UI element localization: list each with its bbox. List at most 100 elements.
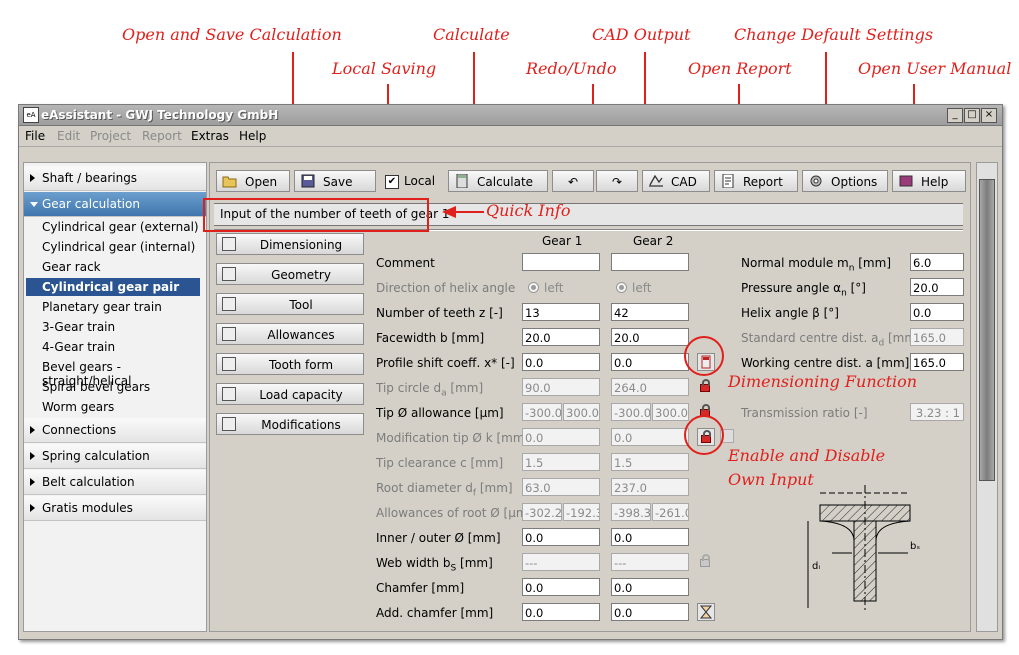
teeth-gear1-input[interactable]: 13 xyxy=(522,303,600,321)
menu-help[interactable]: Help xyxy=(239,129,266,143)
profile-shift-gear1-input[interactable]: 0.0 xyxy=(522,353,600,371)
helix-left-gear1-radio[interactable]: left xyxy=(528,281,563,295)
modifications-icon xyxy=(222,417,236,431)
chamfer-gear1-input[interactable]: 0.0 xyxy=(522,578,600,596)
sidebar-category-connections[interactable]: Connections xyxy=(24,418,206,443)
web-width-lock-button[interactable] xyxy=(697,553,715,571)
menu-extras[interactable]: Extras xyxy=(191,129,229,143)
save-button[interactable]: Save xyxy=(294,170,376,192)
sidebar-category-gear[interactable]: Gear calculation xyxy=(24,192,206,217)
menu-report[interactable]: Report xyxy=(142,129,182,143)
save-label: Save xyxy=(323,175,353,189)
callout-dimensioning: Dimensioning Function xyxy=(728,372,918,391)
subnav-label: Allowances xyxy=(267,328,335,342)
subnav-modifications[interactable]: Modifications xyxy=(216,413,364,435)
inner-outer-gear1-input[interactable]: 0.0 xyxy=(522,528,600,546)
label-unit: [mm] xyxy=(854,256,891,270)
calculate-button[interactable]: Calculate xyxy=(448,170,548,192)
sidebar-item-cyl-external[interactable]: Cylindrical gear (external) xyxy=(42,220,199,234)
menu-edit[interactable]: Edit xyxy=(57,129,80,143)
callout-cad-output: CAD Output xyxy=(592,25,691,44)
sidebar-item-worm[interactable]: Worm gears xyxy=(42,400,114,414)
callout-calculate: Calculate xyxy=(433,25,510,44)
sidebar-item-4-gear[interactable]: 4-Gear train xyxy=(42,340,115,354)
subnav-tool[interactable]: Tool xyxy=(216,293,364,315)
normal-module-input[interactable]: 6.0 xyxy=(910,253,964,271)
sidebar-item-label: Cylindrical gear pair xyxy=(42,280,180,294)
add-chamfer-gear1-input[interactable]: 0.0 xyxy=(522,603,600,621)
transmission-ratio-field: 3.23 : 1 xyxy=(910,403,964,421)
redo-icon: ↷ xyxy=(611,175,623,189)
app-icon: eA xyxy=(23,107,39,123)
working-centre-input[interactable]: 165.0 xyxy=(910,353,964,371)
options-button[interactable]: Options xyxy=(802,170,888,192)
facewidth-gear2-input[interactable]: 20.0 xyxy=(611,328,689,346)
add-chamfer-gear2-input[interactable]: 0.0 xyxy=(611,603,689,621)
sidebar-item-cyl-pair[interactable]: Cylindrical gear pair xyxy=(26,278,200,296)
root-allowance-gear2-upper: -261.0 xyxy=(652,503,689,521)
tip-clearance-gear1-field: 1.5 xyxy=(522,453,600,471)
lock-icon xyxy=(700,554,710,567)
callout-enable-disable-2: Own Input xyxy=(728,470,814,489)
local-checkbox[interactable]: ✔ xyxy=(385,175,399,189)
tip-clearance-gear2-field: 1.5 xyxy=(611,453,689,471)
title-bar[interactable]: eA eAssistant - GWJ Technology GmbH _ □ … xyxy=(19,105,1002,126)
minimize-button[interactable]: _ xyxy=(947,108,963,123)
subnav-geometry[interactable]: Geometry xyxy=(216,263,364,285)
pressure-angle-input[interactable]: 20.0 xyxy=(910,278,964,296)
close-button[interactable]: × xyxy=(981,108,997,123)
subnav-dimensioning[interactable]: Dimensioning xyxy=(216,233,364,255)
subnav-allowances[interactable]: Allowances xyxy=(216,323,364,345)
tip-circle-lock-button[interactable] xyxy=(697,378,715,396)
tip-circle-gear1-field: 90.0 xyxy=(522,378,600,396)
sidebar-category-label: Gratis modules xyxy=(42,501,133,515)
inner-outer-gear2-input[interactable]: 0.0 xyxy=(611,528,689,546)
cad-button[interactable]: CAD xyxy=(642,170,710,192)
label-text: Tip circle d xyxy=(376,381,442,395)
teeth-gear2-input[interactable]: 42 xyxy=(611,303,689,321)
comment-gear2-input[interactable] xyxy=(611,253,689,271)
open-button[interactable]: Open xyxy=(216,170,290,192)
help-button[interactable]: Help xyxy=(892,170,966,192)
label-add-chamfer: Add. chamfer [mm] xyxy=(376,606,494,620)
label-teeth: Number of teeth z [-] xyxy=(376,306,503,320)
sidebar-item-cyl-internal[interactable]: Cylindrical gear (internal) xyxy=(42,240,195,254)
sidebar-category-shaft[interactable]: Shaft / bearings xyxy=(24,166,206,191)
scrollbar-thumb[interactable] xyxy=(979,179,995,481)
helix-left-gear2-radio[interactable]: left xyxy=(616,281,651,295)
sidebar-category-belt[interactable]: Belt calculation xyxy=(24,470,206,495)
sidebar-item-gear-rack[interactable]: Gear rack xyxy=(42,260,101,274)
maximize-button[interactable]: □ xyxy=(964,108,980,123)
undo-button[interactable]: ↶ xyxy=(552,170,594,192)
label-unit: [mm] xyxy=(446,381,484,395)
sidebar-item-spiral-bevel[interactable]: Spiral bevel gears xyxy=(42,380,150,394)
callout-open-report: Open Report xyxy=(688,59,792,78)
comment-gear1-input[interactable] xyxy=(522,253,600,271)
hourglass-icon xyxy=(699,605,713,619)
sidebar-item-3-gear[interactable]: 3-Gear train xyxy=(42,320,115,334)
tool-gear-icon xyxy=(222,297,236,311)
subnav-tooth-form[interactable]: Tooth form xyxy=(216,353,364,375)
profile-shift-gear2-input[interactable]: 0.0 xyxy=(611,353,689,371)
helix-angle-input[interactable]: 0.0 xyxy=(910,303,964,321)
vertical-scrollbar[interactable] xyxy=(976,162,998,632)
sidebar-category-spring[interactable]: Spring calculation xyxy=(24,444,206,469)
redo-button[interactable]: ↷ xyxy=(596,170,638,192)
subnav-load-capacity[interactable]: Load capacity xyxy=(216,383,364,405)
chamfer-gear2-input[interactable]: 0.0 xyxy=(611,578,689,596)
local-checkbox-group[interactable]: ✔ Local xyxy=(385,174,445,190)
report-button[interactable]: Report xyxy=(714,170,798,192)
menu-project[interactable]: Project xyxy=(90,129,131,143)
menu-file[interactable]: File xyxy=(25,129,45,143)
standard-centre-field: 165.0 xyxy=(910,328,964,346)
facewidth-gear1-input[interactable]: 20.0 xyxy=(522,328,600,346)
label-comment: Comment xyxy=(376,256,435,270)
mod-tip-gear1-field: 0.0 xyxy=(522,428,600,446)
add-chamfer-button[interactable] xyxy=(697,603,715,621)
web-width-gear2-field: --- xyxy=(611,553,689,571)
web-width-gear1-field: --- xyxy=(522,553,600,571)
sidebar-category-label: Gear calculation xyxy=(42,197,140,211)
sidebar-category-gratis[interactable]: Gratis modules xyxy=(24,496,206,521)
help-book-icon xyxy=(899,175,913,187)
sidebar-item-planetary[interactable]: Planetary gear train xyxy=(42,300,162,314)
